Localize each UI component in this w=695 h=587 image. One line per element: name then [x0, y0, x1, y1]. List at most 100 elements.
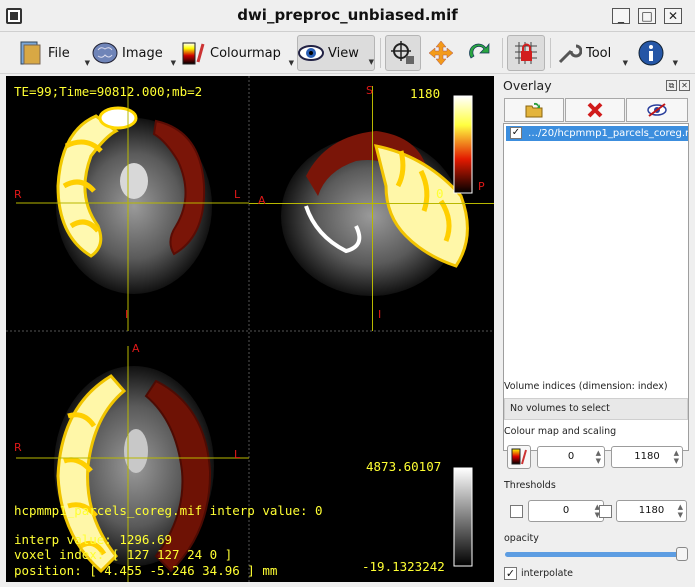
spin-arrows-icon[interactable]: ▲ ▼ [678, 503, 683, 519]
close-button[interactable]: ✕ [664, 8, 682, 24]
open-overlay-button[interactable] [504, 98, 564, 122]
brain-icon [92, 42, 118, 64]
voxel-index-text: voxel index: [ 127 127 24 0 ] [14, 547, 233, 562]
overlay-value-text: hcpmmp1_parcels_coreg.mif interp value: … [14, 503, 323, 518]
volume-info: No volumes to select [504, 398, 688, 420]
threshold-max-value: 1180 [638, 505, 665, 516]
threshold-min-input[interactable]: 0 ▲ ▼ [528, 500, 604, 522]
info-dropdown-icon: ▼ [672, 59, 678, 67]
colourmap-icon [511, 448, 527, 465]
axial-label-left: L [234, 448, 241, 461]
overlay-filename: …/20/hcpmmp1_parcels_coreg.mif [528, 128, 688, 139]
title-bar: dwi_preproc_unbiased.mif _ □ ✕ [0, 0, 695, 32]
view-label: View [328, 45, 359, 61]
close-overlay-button[interactable] [565, 98, 625, 122]
colourmap-select-button[interactable] [507, 445, 531, 469]
hide-eye-icon [647, 103, 667, 117]
opacity-slider-track[interactable] [505, 552, 685, 557]
eye-icon [298, 45, 324, 61]
sagittal-label-posterior: P [478, 180, 485, 193]
info-icon [638, 40, 664, 66]
scale-max-value: 1180 [634, 451, 660, 462]
scale-min-input[interactable]: 0 ▲ ▼ [537, 446, 605, 468]
sagittal-label-inferior: I [378, 308, 382, 321]
sagittal-label-superior: S [366, 84, 373, 97]
image-dropdown-icon: ▼ [170, 59, 176, 67]
tool-label: Tool [586, 45, 612, 61]
crosshair-icon [391, 41, 414, 64]
toolbar: File ▼ Image ▼ Colourmap ▼ View ▼ Tool ▼… [0, 32, 695, 74]
threshold-max-input[interactable]: 1180 ▲ ▼ [616, 500, 687, 522]
interpolate-label: interpolate [521, 568, 574, 579]
file-dropdown-icon: ▼ [84, 59, 90, 67]
threshold-min-checkbox[interactable] [510, 505, 523, 518]
colourmap-icon [182, 42, 205, 65]
image-label: Image [122, 45, 163, 61]
opacity-slider-handle[interactable] [676, 547, 688, 561]
scale-max-input[interactable]: 1180 ▲ ▼ [611, 446, 683, 468]
thresholds-label: Thresholds [504, 480, 556, 491]
tool-dropdown-icon: ▼ [622, 59, 628, 67]
move-icon [428, 40, 454, 66]
interp-value-text: interp value: 1296.69 [14, 532, 173, 547]
crosshair-mode-button[interactable] [385, 35, 421, 71]
toolbar-separator [502, 38, 503, 68]
file-menu-button[interactable]: File ▼ [18, 35, 90, 71]
colorbar2-max: 4873.60107 [366, 459, 442, 474]
position-text: position: [ 4.455 -5.246 34.96 ] mm [14, 563, 278, 578]
open-folder-icon [525, 102, 543, 118]
maximize-button[interactable]: □ [638, 8, 656, 24]
overlay-colorbar [453, 95, 473, 194]
interpolate-checkbox[interactable]: ✓ [504, 567, 517, 580]
panel-title: Overlay [503, 78, 552, 93]
file-label: File [48, 45, 70, 61]
overlay-list-item[interactable]: ✓ …/20/hcpmmp1_parcels_coreg.mif [506, 126, 688, 141]
axial-label-right: R [14, 441, 22, 454]
rotate-icon [469, 42, 490, 59]
tool-menu-button[interactable]: Tool ▼ [556, 35, 628, 71]
view-menu-button[interactable]: View ▼ [297, 35, 375, 71]
file-icon [20, 41, 41, 65]
sagittal-label-anterior: A [258, 194, 266, 207]
volume-indices-label: Volume indices (dimension: index) [504, 381, 668, 392]
info-button[interactable]: ▼ [638, 35, 678, 71]
minimize-button[interactable]: _ [612, 8, 630, 24]
colourmap-scaling-label: Colour map and scaling [504, 426, 617, 437]
view-dropdown-icon: ▼ [368, 58, 374, 66]
toolbar-separator [380, 38, 381, 68]
toolbar-separator [550, 38, 551, 68]
panel-float-button[interactable]: ⧉ [666, 80, 677, 91]
coronal-label-left: L [234, 188, 241, 201]
coronal-label-right: R [14, 188, 22, 201]
opacity-label: opacity [504, 533, 539, 544]
overlay-visible-checkbox[interactable]: ✓ [510, 127, 522, 139]
spin-arrows-icon[interactable]: ▲ ▼ [596, 449, 601, 465]
scale-min-value: 0 [567, 451, 575, 462]
lock-icon [515, 42, 537, 64]
close-x-icon [587, 102, 603, 118]
colorbar1-max: 1180 [410, 86, 441, 101]
axial-label-anterior: A [132, 342, 140, 355]
colourmap-dropdown-icon: ▼ [288, 59, 294, 67]
spin-arrows-icon[interactable]: ▲ ▼ [674, 449, 679, 465]
window-title: dwi_preproc_unbiased.mif [237, 6, 458, 24]
colourmap-label: Colourmap [210, 45, 281, 61]
hide-overlay-button[interactable] [626, 98, 688, 122]
wrench-icon [558, 44, 582, 64]
coronal-slice [56, 106, 212, 294]
pan-mode-button[interactable] [424, 35, 458, 71]
image-viewer[interactable]: TE=99;Time=90812.000;mb=2 1180 0 4873.60… [6, 76, 494, 582]
threshold-max-checkbox[interactable] [599, 505, 612, 518]
image-colorbar [453, 467, 473, 567]
lock-button[interactable] [507, 35, 545, 71]
rotate-mode-button[interactable] [462, 35, 496, 71]
colourmap-menu-button[interactable]: Colourmap ▼ [180, 35, 294, 71]
image-info-text: TE=99;Time=90812.000;mb=2 [14, 84, 203, 99]
coronal-label-inferior: I [125, 308, 129, 321]
panel-close-button[interactable]: ✕ [679, 80, 690, 91]
colorbar2-min: -19.1323242 [362, 559, 445, 574]
threshold-min-value: 0 [562, 505, 570, 516]
colorbar1-min: 0 [436, 186, 444, 201]
overlay-panel: Overlay ⧉ ✕ ✓ …/20/hcpmmp1_parcels_coreg… [499, 76, 695, 587]
image-menu-button[interactable]: Image ▼ [92, 35, 176, 71]
